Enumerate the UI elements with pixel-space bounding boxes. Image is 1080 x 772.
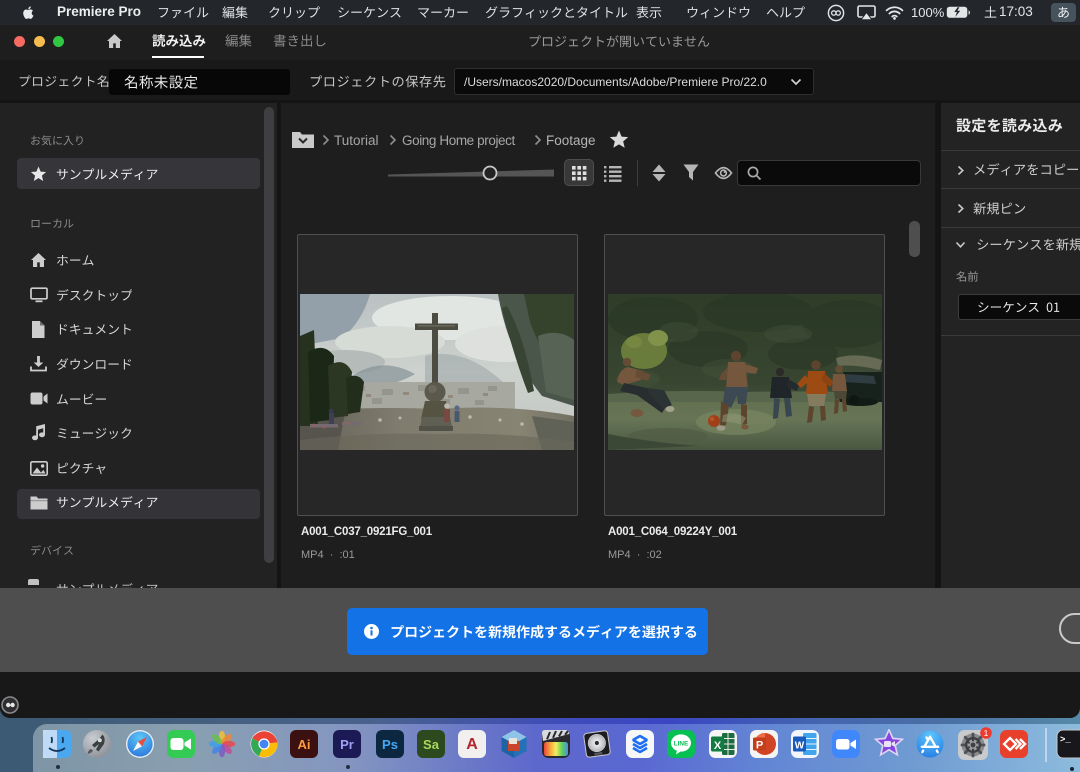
svg-text:P: P bbox=[756, 740, 763, 752]
svg-text:LINE: LINE bbox=[674, 741, 689, 748]
svg-text:Pr: Pr bbox=[340, 737, 354, 752]
svg-text:Ai: Ai bbox=[298, 737, 311, 752]
svg-text:W: W bbox=[795, 741, 805, 752]
svg-text:Sa: Sa bbox=[423, 737, 440, 752]
svg-text:A: A bbox=[466, 736, 478, 753]
svg-text:X: X bbox=[714, 740, 722, 752]
svg-text:1: 1 bbox=[984, 728, 989, 738]
svg-text:>_: >_ bbox=[1060, 735, 1071, 745]
svg-text:Ps: Ps bbox=[382, 737, 398, 752]
